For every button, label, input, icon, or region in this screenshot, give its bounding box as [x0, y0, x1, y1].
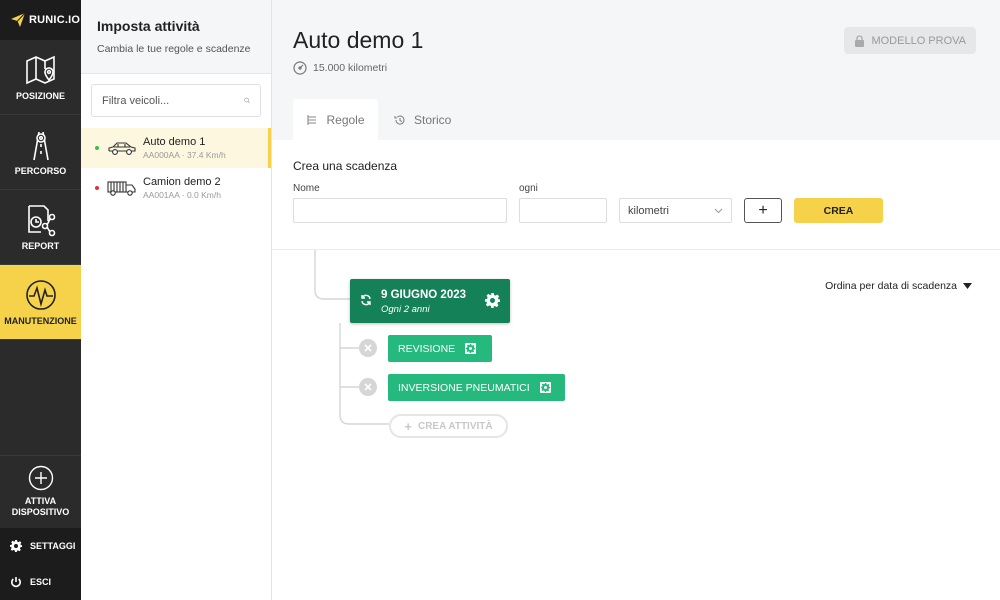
vehicle-item-auto-demo-1[interactable]: Auto demo 1 AA000AA · 37.4 Km/h	[81, 128, 271, 168]
settings-label: SETTAGGI	[30, 541, 76, 551]
sort-dropdown[interactable]: Ordina per data di scadenza	[825, 280, 972, 292]
activate-label-2: DISPOSITIVO	[11, 507, 70, 517]
activate-device-button[interactable]: ATTIVA DISPOSITIVO	[0, 455, 81, 527]
divider	[272, 249, 1000, 250]
sidebar-title: Imposta attività	[97, 18, 200, 34]
deadline-date: 9 GIUGNO 2023	[381, 289, 467, 301]
nav-label: MANUTENZIONE	[4, 316, 77, 326]
odometer: 15.000 kilometri	[293, 61, 387, 75]
report-icon	[27, 205, 55, 237]
nav-label: REPORT	[21, 241, 60, 251]
unit-select[interactable]: kilometri	[619, 198, 732, 223]
main-nav: RUNIC.IO POSIZIONE PERCORSO REPORT MANUT…	[0, 0, 81, 600]
deadline-recurrence: Ogni 2 anni	[381, 304, 430, 315]
plus-icon: +	[404, 418, 412, 434]
name-input[interactable]	[293, 198, 507, 223]
create-deadline-heading: Crea una scadenza	[293, 159, 398, 173]
odometer-value: 15.000 kilometri	[313, 62, 388, 74]
task-label: REVISIONE	[398, 342, 456, 355]
activate-label-1: ATTIVA	[24, 496, 57, 506]
tab-label: Storico	[414, 113, 452, 127]
nav-item-percorso[interactable]: PERCORSO	[0, 115, 81, 190]
close-icon	[364, 344, 372, 352]
gear-icon	[10, 540, 22, 552]
name-label: Nome	[293, 183, 320, 194]
settings-button[interactable]: SETTAGGI	[0, 528, 81, 564]
unit-select-value: kilometri	[628, 204, 669, 217]
gear-icon[interactable]	[485, 293, 500, 308]
page-title: Auto demo 1	[293, 27, 424, 53]
add-button[interactable]: +	[744, 198, 782, 223]
speedometer-icon	[293, 61, 307, 75]
history-icon	[394, 115, 405, 125]
tab-label: Regole	[326, 113, 365, 127]
maintenance-icon	[25, 280, 56, 310]
paper-plane-icon	[11, 12, 26, 27]
chevron-down-icon	[714, 208, 723, 213]
create-button[interactable]: CREA	[794, 198, 883, 223]
tab-regole[interactable]: Regole	[293, 99, 378, 141]
demo-model-label: MODELLO PROVA	[871, 34, 966, 47]
map-icon	[25, 55, 55, 85]
nav-label: POSIZIONE	[15, 91, 65, 101]
every-label: ogni	[519, 183, 538, 194]
create-task-button[interactable]: + CREA ATTIVITÀ	[389, 414, 508, 438]
logo[interactable]: RUNIC.IO	[0, 0, 81, 40]
close-icon	[364, 383, 372, 391]
vehicle-meta: AA000AA · 37.4 Km/h	[143, 150, 226, 160]
remove-task-button[interactable]	[359, 378, 377, 396]
vehicle-sidebar: Imposta attività Cambia le tue regole e …	[81, 0, 272, 600]
power-icon	[11, 577, 21, 588]
route-icon	[32, 131, 49, 161]
tab-storico[interactable]: Storico	[394, 99, 451, 141]
nav-label: PERCORSO	[14, 166, 67, 176]
vehicle-item-camion-demo-2[interactable]: Camion demo 2 AA001AA · 0.0 Km/h	[81, 168, 271, 208]
caret-down-icon	[963, 283, 972, 289]
lock-icon	[855, 34, 865, 47]
task-label: INVERSIONE PNEUMATICI	[398, 381, 530, 394]
main-panel: Auto demo 1 15.000 kilometri MODELLO PRO…	[272, 0, 1000, 600]
car-icon	[108, 142, 136, 155]
every-input[interactable]	[519, 198, 607, 223]
search-icon[interactable]	[244, 94, 250, 107]
nav-item-report[interactable]: REPORT	[0, 190, 81, 265]
nav-item-manutenzione[interactable]: MANUTENZIONE	[0, 265, 81, 340]
truck-icon	[107, 181, 136, 196]
task-revisione[interactable]: REVISIONE	[388, 335, 492, 362]
logout-button[interactable]: ESCI	[0, 564, 81, 600]
sidebar-header: Imposta attività Cambia le tue regole e …	[81, 0, 271, 74]
gear-icon	[466, 344, 476, 353]
sort-label: Ordina per data di scadenza	[825, 280, 957, 292]
task-settings[interactable]	[465, 343, 477, 354]
vehicle-search-input[interactable]	[102, 94, 244, 107]
vehicle-search	[91, 84, 261, 117]
list-tree-icon	[307, 115, 317, 125]
recurring-icon	[361, 294, 371, 306]
task-inversione-pneumatici[interactable]: INVERSIONE PNEUMATICI	[388, 374, 565, 401]
status-dot	[95, 186, 99, 190]
gear-icon	[540, 383, 550, 392]
logout-label: ESCI	[30, 577, 52, 587]
remove-task-button[interactable]	[359, 339, 377, 357]
brand-name: RUNIC.IO	[29, 14, 81, 26]
nav-item-posizione[interactable]: POSIZIONE	[0, 40, 81, 115]
plus-circle-icon	[28, 465, 53, 491]
status-dot	[95, 146, 99, 150]
demo-model-button[interactable]: MODELLO PROVA	[844, 27, 976, 54]
vehicle-name: Auto demo 1	[143, 136, 206, 148]
task-settings[interactable]	[539, 382, 551, 393]
deadline-card[interactable]: 9 GIUGNO 2023 Ogni 2 anni	[350, 279, 510, 323]
vehicle-name: Camion demo 2	[143, 176, 221, 188]
sidebar-subtitle: Cambia le tue regole e scadenze	[97, 43, 251, 55]
create-task-label: CREA ATTIVITÀ	[417, 420, 493, 432]
vehicle-meta: AA001AA · 0.0 Km/h	[143, 190, 221, 200]
